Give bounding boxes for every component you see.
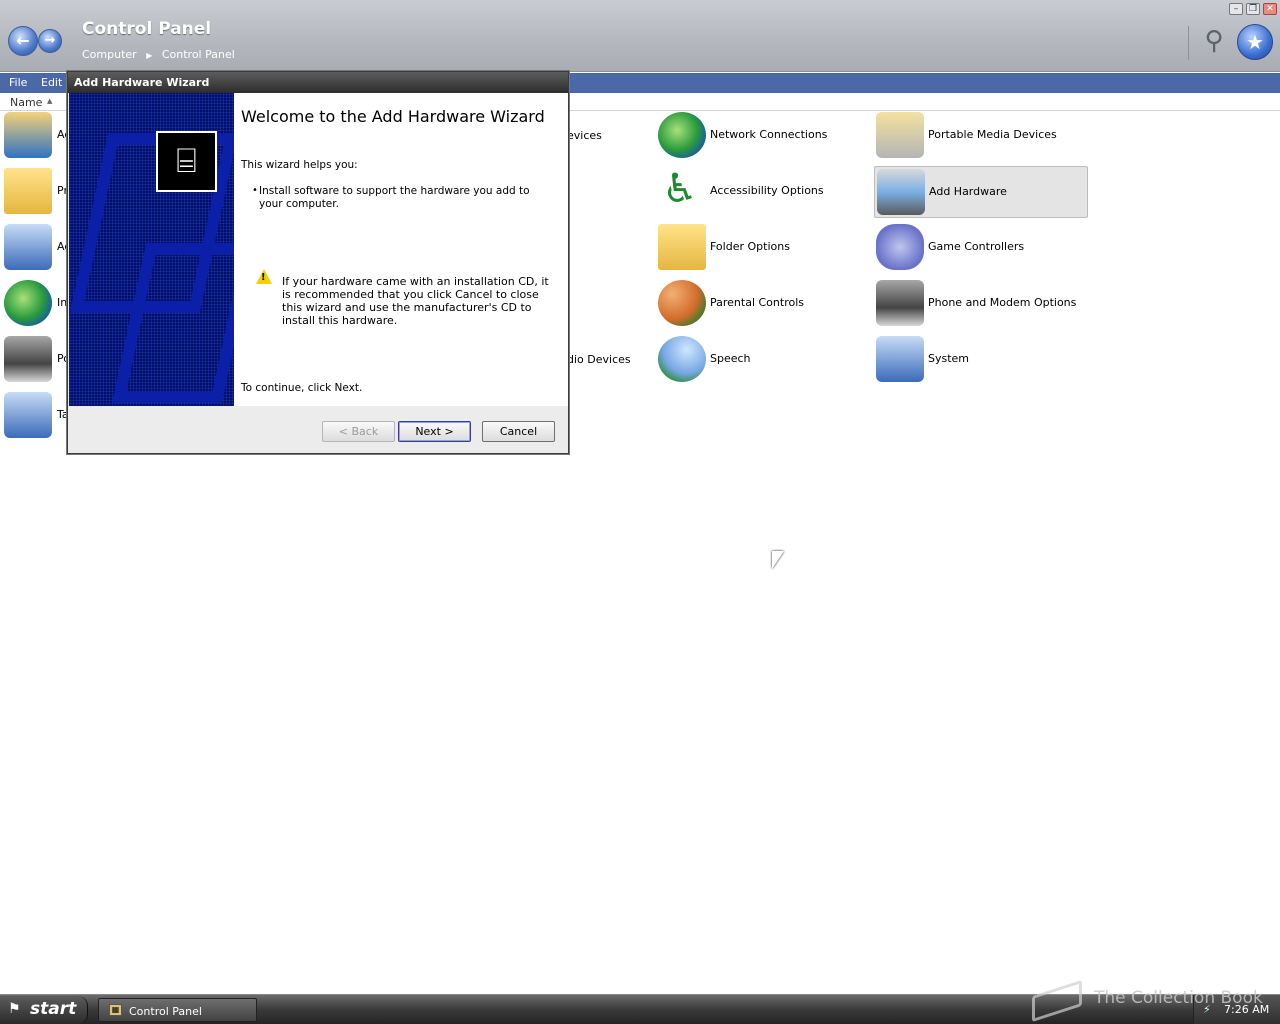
wizard-bullet: Install software to support the hardware… bbox=[259, 185, 530, 210]
wizard-intro: This wizard helps you: bbox=[241, 159, 358, 171]
cp-item-folder-options[interactable]: Folder Options bbox=[656, 222, 870, 274]
menu-edit[interactable]: Edit bbox=[41, 76, 62, 89]
hardware-card-icon: ⌸ bbox=[156, 131, 217, 192]
system-icon bbox=[876, 336, 924, 382]
warning-mark: ! bbox=[261, 272, 266, 283]
window-title: Control Panel bbox=[82, 19, 212, 39]
printer-icon bbox=[4, 168, 52, 214]
wizard-continue-text: To continue, click Next. bbox=[241, 382, 363, 394]
forward-arrow-icon[interactable]: → bbox=[38, 29, 62, 53]
cp-item-speech[interactable]: Speech bbox=[656, 334, 870, 386]
wizard-content: Welcome to the Add Hardware Wizard This … bbox=[234, 93, 568, 406]
parental-icon bbox=[658, 280, 706, 326]
close-button[interactable]: ✕ bbox=[1263, 3, 1277, 15]
phone-icon bbox=[876, 280, 924, 326]
wizard-warning-text: If your hardware came with an installati… bbox=[282, 275, 549, 327]
start-label: start bbox=[30, 999, 77, 1019]
cp-item-partial-label[interactable]: evices bbox=[567, 129, 602, 142]
gamepad-icon bbox=[876, 224, 924, 270]
bullet-icon: • bbox=[252, 185, 258, 196]
dialog-titlebar[interactable]: Add Hardware Wizard bbox=[68, 72, 568, 93]
wizard-side-banner: ⌸ bbox=[69, 93, 234, 406]
accessibility-icon bbox=[658, 166, 706, 214]
folder-icon bbox=[658, 224, 706, 270]
wizard-heading: Welcome to the Add Hardware Wizard bbox=[241, 107, 545, 126]
restore-button[interactable]: ❐ bbox=[1246, 3, 1260, 15]
cp-item-partial-label[interactable]: dio Devices bbox=[567, 353, 631, 366]
cp-item-phone-modem[interactable]: Phone and Modem Options bbox=[874, 278, 1088, 330]
toolbar-divider bbox=[1188, 26, 1189, 60]
add-hardware-icon bbox=[877, 169, 925, 215]
cp-item-partial[interactable]: Ta bbox=[2, 390, 69, 442]
minimize-button[interactable]: – bbox=[1229, 3, 1243, 15]
admin-tools-icon bbox=[4, 112, 52, 158]
cp-item-accessibility-options[interactable]: Accessibility Options bbox=[656, 166, 870, 218]
cp-item-partial[interactable]: In bbox=[2, 278, 68, 330]
add-hardware-wizard-dialog: Add Hardware Wizard ⌸ Welcome to the Add… bbox=[67, 71, 569, 454]
cp-item-parental-controls[interactable]: Parental Controls bbox=[656, 278, 870, 330]
cp-item-partial[interactable]: Pr bbox=[2, 166, 68, 218]
taskbar-item-control-panel[interactable]: ▦ Control Panel bbox=[98, 998, 257, 1022]
next-button[interactable]: Next > bbox=[398, 421, 471, 442]
cp-item-portable-media-devices[interactable]: Portable Media Devices bbox=[874, 110, 1088, 162]
search-icon[interactable]: ⚲ bbox=[1198, 26, 1230, 58]
column-name[interactable]: Name bbox=[10, 96, 42, 109]
menu-file[interactable]: File bbox=[9, 76, 27, 89]
media-device-icon bbox=[876, 112, 924, 158]
internet-options-icon bbox=[4, 280, 52, 326]
start-button[interactable]: ⚑ start bbox=[0, 996, 88, 1024]
add-programs-icon bbox=[4, 224, 52, 270]
title-bar: ← → Control Panel Computer ▶ Control Pan… bbox=[0, 0, 1280, 72]
cancel-button[interactable]: Cancel bbox=[482, 421, 555, 442]
cp-item-add-hardware[interactable]: Add Hardware bbox=[874, 166, 1088, 218]
taskbar: ⚑ start ▦ Control Panel ⚡ 7:26 AM bbox=[0, 994, 1280, 1024]
mouse-cursor-icon bbox=[772, 551, 784, 569]
cp-item-partial[interactable]: Po bbox=[2, 334, 70, 386]
breadcrumb-control-panel[interactable]: Control Panel bbox=[162, 48, 235, 61]
chevron-right-icon: ▶ bbox=[146, 51, 153, 60]
speech-icon bbox=[658, 336, 706, 382]
watermark-text: The Collection Book bbox=[1094, 988, 1263, 1008]
taskbar-item-label: Control Panel bbox=[129, 1005, 202, 1018]
dialog-title: Add Hardware Wizard bbox=[74, 76, 210, 89]
cp-item-system[interactable]: System bbox=[874, 334, 1088, 386]
breadcrumb-computer[interactable]: Computer bbox=[82, 48, 137, 61]
star-icon[interactable]: ★ bbox=[1237, 24, 1273, 60]
control-panel-icon: ▦ bbox=[109, 1004, 122, 1016]
cp-item-partial[interactable]: Ad bbox=[2, 110, 71, 162]
windows-flag-icon: ⚑ bbox=[8, 1001, 21, 1017]
cp-item-game-controllers[interactable]: Game Controllers bbox=[874, 222, 1088, 274]
sort-ascending-icon: ▲ bbox=[47, 97, 53, 105]
power-options-icon bbox=[4, 336, 52, 382]
breadcrumb: Computer ▶ Control Panel bbox=[82, 48, 241, 61]
cp-item-partial[interactable]: Ad bbox=[2, 222, 71, 274]
back-arrow-icon[interactable]: ← bbox=[8, 26, 38, 56]
cp-item-network-connections[interactable]: Network Connections bbox=[656, 110, 870, 162]
network-icon bbox=[658, 112, 706, 158]
back-button[interactable]: < Back bbox=[322, 421, 395, 442]
taskbar-icon bbox=[4, 392, 52, 438]
